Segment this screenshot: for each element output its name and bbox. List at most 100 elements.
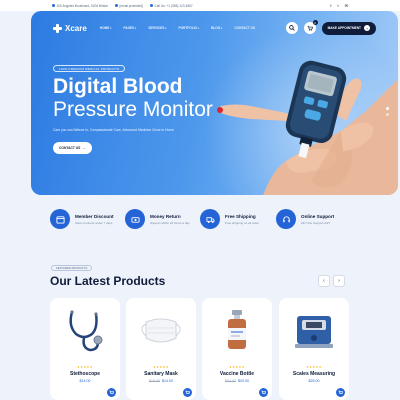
social-links: f t ✉ [330, 3, 348, 8]
truck-icon [200, 209, 220, 229]
email-text[interactable]: [email protected] [119, 4, 143, 8]
logo-text: Xcare [65, 23, 87, 33]
feature-title: Free Shipping [225, 213, 256, 219]
add-to-cart-button[interactable] [107, 388, 116, 397]
rating-stars: ★★★★★ [229, 365, 245, 369]
product-price: $25.00 [279, 379, 349, 383]
logo[interactable]: Xcare [53, 23, 87, 33]
current-price: $14.00 [162, 379, 173, 383]
current-price: $14.00 [79, 379, 91, 383]
money-icon [125, 209, 145, 229]
address-info: 100 Angeles Boulevard, 5204 Bristol [52, 4, 108, 8]
top-info-bar: 100 Angeles Boulevard, 5204 Bristol [ema… [0, 0, 400, 11]
hero-title-line2: Pressure Monitor [53, 98, 213, 121]
search-icon [288, 25, 295, 31]
features-row: Member Discount Save products under 7 da… [50, 209, 350, 239]
product-name[interactable]: Stethoscope [50, 371, 120, 377]
hero-title-line1: Digital Blood [53, 75, 183, 98]
search-button[interactable] [285, 22, 298, 34]
glucose-meter-image [217, 60, 398, 195]
location-icon [52, 4, 55, 7]
nav-item-pages[interactable]: PAGES [123, 26, 136, 30]
feature-subtitle: Save products under 7 days [75, 220, 113, 225]
arrow-right-icon: → [82, 146, 86, 150]
nav-item-blog[interactable]: BLOG [211, 26, 222, 30]
product-price: $24.00 $20.00 [202, 379, 272, 383]
slider-dots [386, 107, 389, 116]
product-name[interactable]: Scales Measuring [279, 371, 349, 377]
old-price: $24.00 [225, 379, 236, 383]
product-card[interactable]: ★★★★★ Stethoscope $14.00 [50, 298, 120, 400]
arrow-right-icon: › [364, 25, 370, 31]
contact-us-button[interactable]: CONTACT US → [53, 142, 92, 154]
cart-icon [261, 390, 266, 394]
old-price: $16.00 [149, 379, 160, 383]
email-info[interactable]: [email protected] [114, 4, 143, 8]
add-to-cart-button[interactable] [183, 388, 192, 397]
feature-item: Member Discount Save products under 7 da… [50, 209, 114, 229]
slider-dot[interactable] [386, 107, 389, 110]
nav-menu: HOME PAGES SERVICES PORTFOLIO BLOG CONTA… [100, 26, 255, 30]
phone-info[interactable]: Call Us: +1 (555) 123 4567 [149, 4, 193, 8]
feature-item: Money Return Support within 24 hours a d… [125, 209, 190, 229]
stethoscope-image [69, 310, 103, 352]
section-tag: FEATURED PRODUCTS [51, 265, 93, 271]
add-to-cart-button[interactable] [259, 388, 268, 397]
cart-icon [185, 390, 190, 394]
cart-button[interactable]: 0 [303, 20, 318, 34]
prev-arrow-icon[interactable]: ‹ [318, 275, 330, 287]
mail-social-icon[interactable]: ✉ [345, 3, 348, 8]
twitter-icon[interactable]: t [338, 3, 339, 8]
contact-us-label: CONTACT US [59, 146, 81, 150]
section-title: Our Latest Products [50, 274, 166, 288]
mail-icon [114, 4, 118, 7]
nav-item-services[interactable]: SERVICES [148, 26, 166, 30]
rating-stars: ★★★★★ [306, 365, 322, 369]
product-price: $16.00 $14.00 [126, 379, 196, 383]
carousel-arrows: ‹ › [318, 275, 345, 287]
medical-cross-icon [53, 23, 62, 33]
cart-icon [307, 25, 313, 31]
cart-count-badge: 0 [312, 20, 318, 25]
product-price: $14.00 [50, 379, 120, 383]
slider-dot[interactable] [386, 113, 389, 116]
feature-title: Money Return [150, 213, 181, 219]
feature-title: Member Discount [75, 213, 114, 219]
feature-subtitle: 24/7 live Support 24/7 [301, 220, 331, 225]
hero-tag: 100% PREMIUM MEDICAL PRODUCTS [53, 65, 126, 72]
calendar-icon [50, 209, 70, 229]
current-price: $25.00 [308, 379, 320, 383]
support-icon [276, 209, 296, 229]
feature-subtitle: Free shipping on all order [225, 220, 260, 225]
rating-stars: ★★★★★ [77, 365, 93, 369]
feature-title: Online Support [301, 213, 335, 219]
feature-item: Free Shipping Free shipping on all order [200, 209, 259, 229]
sanitary-mask-image [141, 318, 181, 343]
nav-item-contact[interactable]: CONTACT US [234, 26, 255, 30]
add-to-cart-button[interactable] [336, 388, 345, 397]
hero-title: Digital Blood Pressure Monitor [53, 75, 213, 121]
product-card[interactable]: ★★★★★ Sanitary Mask $16.00 $14.00 [126, 298, 196, 400]
make-appointment-button[interactable]: MAKE APPOINTMENT › [321, 21, 376, 35]
next-arrow-icon[interactable]: › [333, 275, 345, 287]
cart-icon [109, 390, 114, 394]
nav-item-portfolio[interactable]: PORTFOLIO [178, 26, 199, 30]
product-name[interactable]: Sanitary Mask [126, 371, 196, 377]
appointment-label: MAKE APPOINTMENT [327, 26, 361, 30]
rating-stars: ★★★★★ [153, 365, 169, 369]
hero-banner: Xcare HOME PAGES SERVICES PORTFOLIO BLOG… [31, 11, 398, 195]
vaccine-bottle-image [228, 310, 246, 349]
address-text: 100 Angeles Boulevard, 5204 Bristol [56, 3, 108, 8]
phone-text[interactable]: Call Us: +1 (555) 123 4567 [154, 4, 192, 8]
main-nav: Xcare HOME PAGES SERVICES PORTFOLIO BLOG… [53, 19, 376, 37]
facebook-icon[interactable]: f [330, 3, 331, 8]
product-card[interactable]: ★★★★★ Scales Measuring $25.00 [279, 298, 349, 400]
product-card[interactable]: ★★★★★ Vaccine Bottle $24.00 $20.00 [202, 298, 272, 400]
current-price: $20.00 [238, 379, 249, 383]
scales-measuring-image [295, 316, 333, 348]
phone-icon [149, 4, 153, 7]
feature-subtitle: Support within 24 hours a day [150, 220, 190, 225]
product-name[interactable]: Vaccine Bottle [202, 371, 272, 377]
nav-item-home[interactable]: HOME [100, 26, 112, 30]
hero-subtitle: Care you can Believe In, Compassionate C… [53, 128, 174, 132]
